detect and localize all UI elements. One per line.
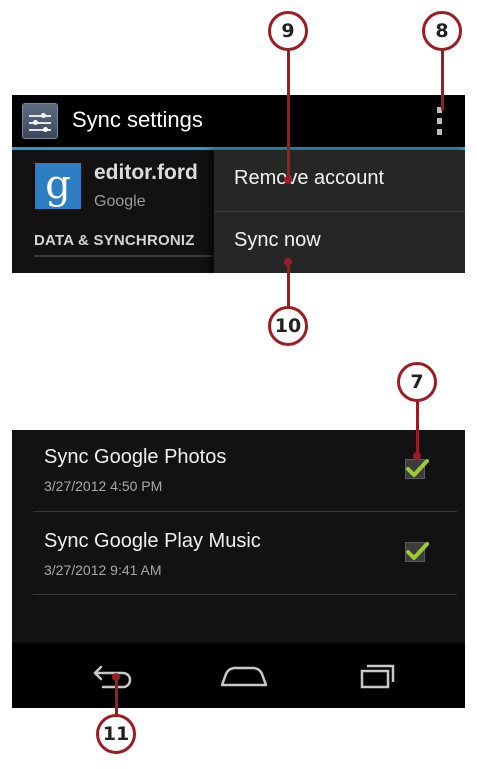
callout-8: 8 [422, 11, 462, 51]
menu-item-remove-account[interactable]: Remove account [214, 150, 465, 210]
callout-7-leader [416, 400, 419, 455]
callout-10: 10 [268, 306, 308, 346]
home-icon[interactable] [214, 655, 274, 695]
sync-item-timestamp: 3/27/2012 9:41 AM [44, 562, 162, 578]
menu-item-label: Remove account [234, 167, 385, 189]
sync-item-timestamp: 3/27/2012 4:50 PM [44, 478, 163, 494]
callout-9-pointer [284, 176, 292, 184]
settings-icon[interactable] [22, 103, 58, 139]
account-type: Google [94, 193, 146, 210]
section-header: DATA & SYNCHRONIZ [34, 232, 195, 249]
checkmark-icon [406, 542, 429, 560]
callout-10-pointer [284, 258, 292, 266]
callout-7: 7 [397, 362, 437, 402]
sync-row-play-music[interactable]: Sync Google Play Music 3/27/2012 9:41 AM [12, 512, 465, 596]
menu-item-label: Sync now [234, 229, 321, 251]
callout-11-leader [115, 676, 118, 718]
action-bar: Sync settings [12, 95, 465, 147]
sync-checkbox[interactable] [405, 542, 429, 562]
callout-10-leader [287, 262, 290, 308]
menu-item-sync-now[interactable]: Sync now [214, 212, 465, 272]
google-account-icon: g [35, 163, 81, 209]
sync-items-screen: Sync Google Photos 3/27/2012 4:50 PM Syn… [12, 430, 465, 708]
overflow-menu: Remove account Sync now [214, 150, 465, 273]
row-divider [33, 594, 457, 595]
page-title: Sync settings [72, 107, 203, 132]
callout-11-pointer [112, 673, 120, 681]
callout-8-leader [441, 50, 444, 110]
sync-checkbox[interactable] [405, 459, 429, 479]
sync-item-label: Sync Google Photos [44, 446, 227, 468]
sync-row-photos[interactable]: Sync Google Photos 3/27/2012 4:50 PM [12, 430, 465, 514]
callout-7-pointer [413, 452, 421, 460]
sync-item-label: Sync Google Play Music [44, 530, 261, 552]
callout-9-leader [287, 50, 290, 180]
recent-apps-icon[interactable] [350, 655, 410, 695]
sync-settings-screen: Sync settings g editor.ford Google DATA … [12, 95, 465, 273]
callout-11: 11 [96, 714, 136, 754]
section-divider [34, 255, 214, 257]
account-email: editor.ford [94, 161, 198, 184]
navigation-bar [12, 643, 465, 708]
callout-9: 9 [268, 11, 308, 51]
